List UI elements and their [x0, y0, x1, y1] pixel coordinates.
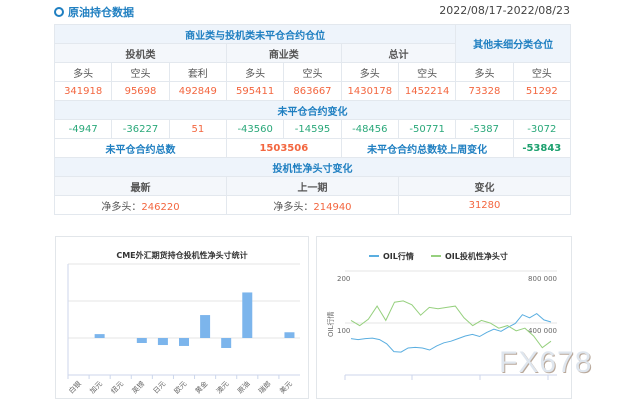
x-tick-label: 澳元 [214, 379, 230, 395]
x-tick-label: 瑞郎 [256, 379, 272, 395]
net-change: 31280 [397, 195, 572, 215]
sub-header: 投机类 [54, 43, 227, 63]
cell: 341918 [53, 81, 113, 101]
legend-item: OIL投机性净头寸 [445, 251, 508, 261]
header: 原油持仓数据 2022/08/17-2022/08/23 [54, 4, 570, 20]
net-header: 最新 [54, 176, 227, 196]
bar [179, 338, 189, 346]
total-label: 未平仓合约总数 [54, 138, 227, 158]
total-value: 1503506 [225, 138, 342, 158]
x-tick-label: 黄金 [193, 379, 209, 395]
bar [221, 338, 232, 348]
sub-header: 商业类 [225, 43, 342, 63]
cell: 多头 [455, 62, 514, 82]
legend-item: OIL行情 [383, 251, 414, 261]
right-tick-label: 400 000 [528, 327, 557, 335]
date-range: 2022/08/17-2022/08/23 [439, 4, 570, 17]
net-prev: 净多头：214940 [225, 195, 399, 215]
net-header: 上一期 [225, 176, 399, 196]
cell: -14595 [283, 119, 342, 139]
x-tick-label: 白银 [67, 379, 83, 395]
net-latest: 净多头：246220 [54, 195, 227, 215]
x-tick-label: 日元 [152, 380, 168, 396]
x-tick-label: 纽元 [109, 379, 125, 395]
cell: 空头 [111, 62, 170, 82]
cell: 多头 [340, 62, 399, 82]
bar [94, 334, 105, 338]
cell: 51292 [512, 81, 572, 101]
x-tick-label: 美元 [278, 379, 294, 395]
cell: -5387 [455, 119, 514, 139]
cell: 空头 [512, 62, 572, 82]
y-axis-label: OIL行情 [326, 312, 335, 337]
cell: -43560 [225, 119, 285, 139]
cell: 492849 [168, 81, 227, 101]
change-title: 未平仓合约变化 [54, 100, 571, 120]
cell: 863667 [283, 81, 342, 101]
left-tick-label: 100 [337, 327, 350, 335]
bar [136, 338, 147, 343]
bar-chart-panel: CME外汇期货持仓投机性净头寸统计白银 加元 纽元 英镑 日元 欧元 黄金 澳元 原油 瑞郎 美元 [55, 236, 309, 399]
watermark: FX678 [499, 346, 593, 379]
bar [157, 338, 168, 346]
cell: 1430178 [340, 81, 399, 101]
total-change-value: -53843 [512, 138, 572, 158]
x-tick-label: 加元 [88, 379, 104, 395]
group-header: 商业类与投机类未平仓合约仓位 [53, 24, 457, 44]
cell: 空头 [283, 62, 342, 82]
cell: 95698 [111, 81, 170, 101]
net-title: 投机性净头寸变化 [54, 157, 571, 177]
x-tick-label: 英镑 [130, 379, 146, 395]
cell: -4947 [53, 119, 113, 139]
net-latest-value: 246220 [141, 201, 180, 213]
net-header: 变化 [397, 176, 572, 196]
net-prev-value: 214940 [313, 201, 352, 213]
section-title: 原油持仓数据 [54, 4, 134, 20]
total-change-label: 未平仓合约总数较上周变化 [340, 138, 514, 158]
cell: -48456 [340, 119, 399, 139]
cell: 多头 [53, 62, 113, 82]
x-tick-label: 原油 [235, 379, 251, 395]
cell: -36227 [111, 119, 170, 139]
net-prefix: 净多头： [101, 201, 142, 213]
oil-positions-table: 商业类与投机类未平仓合约仓位 其他未细分类仓位 投机类 商业类 总计 多头 空头 套利 多头… [53, 24, 572, 215]
cell: 空头 [397, 62, 457, 82]
cell: 套利 [168, 62, 227, 82]
bar-chart: CME外汇期货持仓投机性净头寸统计白银 加元 纽元 英镑 日元 欧元 黄金 澳元 原油 瑞郎 美元 [67, 250, 300, 396]
cell: -50771 [397, 119, 457, 139]
cell: 1452214 [397, 81, 457, 101]
group-header: 其他未细分类仓位 [455, 24, 571, 63]
x-tick-label: 欧元 [172, 379, 188, 395]
left-tick-label: 200 [337, 275, 350, 283]
right-tick-label: 800 000 [528, 275, 557, 283]
chart-title: CME外汇期货持仓投机性净头寸统计 [116, 250, 247, 260]
cell: 595411 [225, 81, 285, 101]
sub-header: 总计 [340, 43, 457, 63]
bar [200, 315, 211, 338]
cell: 多头 [225, 62, 285, 82]
cell: -3072 [512, 119, 572, 139]
cell: 51 [168, 119, 227, 139]
bar [284, 332, 295, 338]
circle-icon [54, 7, 64, 17]
net-prefix: 净多头： [273, 201, 314, 213]
bar [242, 292, 253, 338]
cell: 73328 [455, 81, 514, 101]
